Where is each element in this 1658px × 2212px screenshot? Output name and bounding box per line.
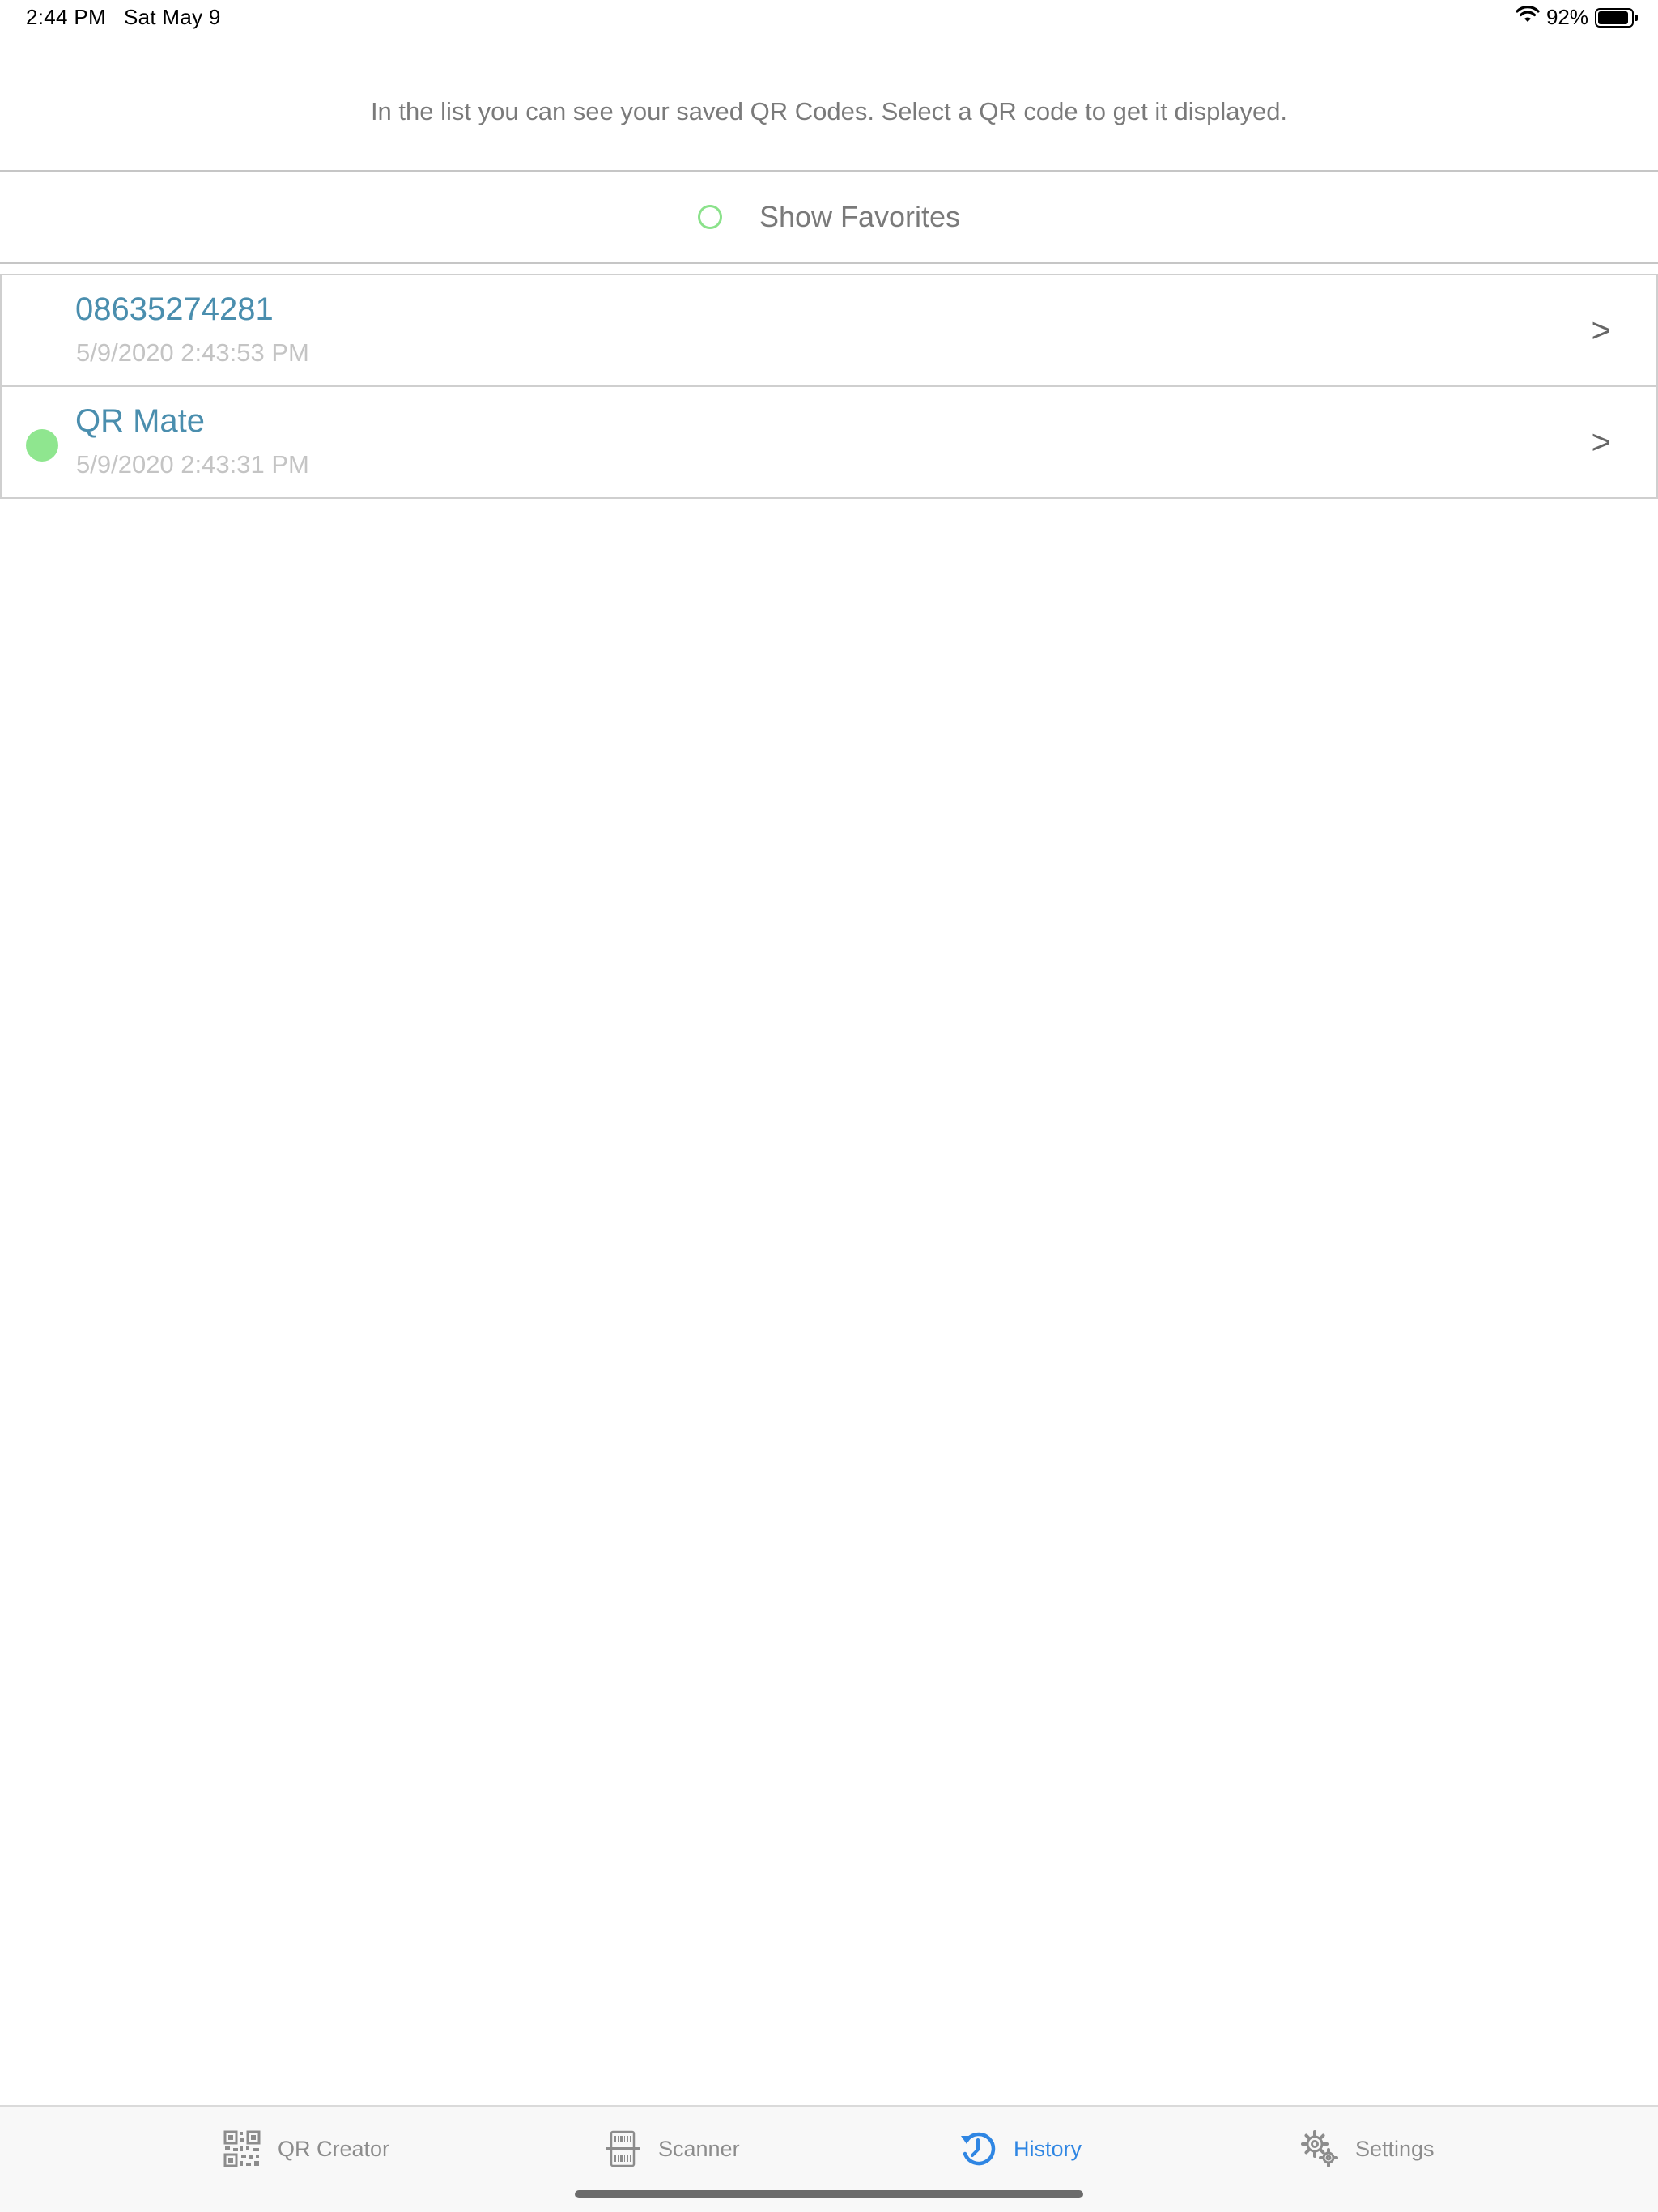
status-left: 2:44 PM Sat May 9 xyxy=(26,5,221,30)
status-bar: 2:44 PM Sat May 9 92% xyxy=(0,0,1658,39)
tab-label: Settings xyxy=(1355,2136,1435,2161)
tab-settings[interactable]: Settings xyxy=(1300,2129,1435,2168)
status-date: Sat May 9 xyxy=(123,5,221,29)
show-favorites-label: Show Favorites xyxy=(759,200,961,233)
tab-label: History xyxy=(1014,2136,1082,2161)
history-description: In the list you can see your saved QR Co… xyxy=(370,97,1288,125)
tab-qr-creator[interactable]: QR Creator xyxy=(223,2129,389,2168)
gears-icon xyxy=(1300,2129,1339,2168)
battery-fill xyxy=(1598,11,1628,24)
chevron-right-icon: > xyxy=(1591,311,1611,349)
history-item-title: 08635274281 xyxy=(75,291,274,327)
history-item-timestamp: 5/9/2020 2:43:53 PM xyxy=(76,338,309,367)
tab-scanner[interactable]: Scanner xyxy=(603,2129,740,2168)
battery-nub xyxy=(1635,14,1638,21)
favorites-divider xyxy=(0,262,1658,264)
history-item-title: QR Mate xyxy=(75,403,206,439)
history-item-timestamp: 5/9/2020 2:43:31 PM xyxy=(76,450,309,479)
favorite-radio-icon[interactable] xyxy=(697,205,722,229)
chevron-right-icon: > xyxy=(1591,423,1611,461)
barcode-scanner-icon xyxy=(603,2129,642,2168)
tab-label: Scanner xyxy=(658,2136,740,2161)
battery-percent: 92% xyxy=(1545,5,1588,29)
tab-history[interactable]: History xyxy=(959,2129,1082,2168)
history-list: 08635274281 5/9/2020 2:43:53 PM > QR Mat… xyxy=(0,274,1658,499)
favorite-dot-icon xyxy=(26,429,58,462)
status-time: 2:44 PM xyxy=(26,5,106,29)
tab-label: QR Creator xyxy=(278,2136,390,2161)
wifi-icon xyxy=(1516,5,1540,30)
home-indicator[interactable] xyxy=(575,2190,1083,2198)
status-right: 92% xyxy=(1516,5,1638,30)
history-row[interactable]: QR Mate 5/9/2020 2:43:31 PM > xyxy=(0,385,1658,499)
qr-code-icon xyxy=(223,2129,261,2168)
history-clock-icon xyxy=(959,2129,997,2168)
history-row[interactable]: 08635274281 5/9/2020 2:43:53 PM > xyxy=(0,274,1658,387)
battery-icon xyxy=(1595,7,1638,28)
show-favorites-toggle[interactable]: Show Favorites xyxy=(0,172,1658,262)
